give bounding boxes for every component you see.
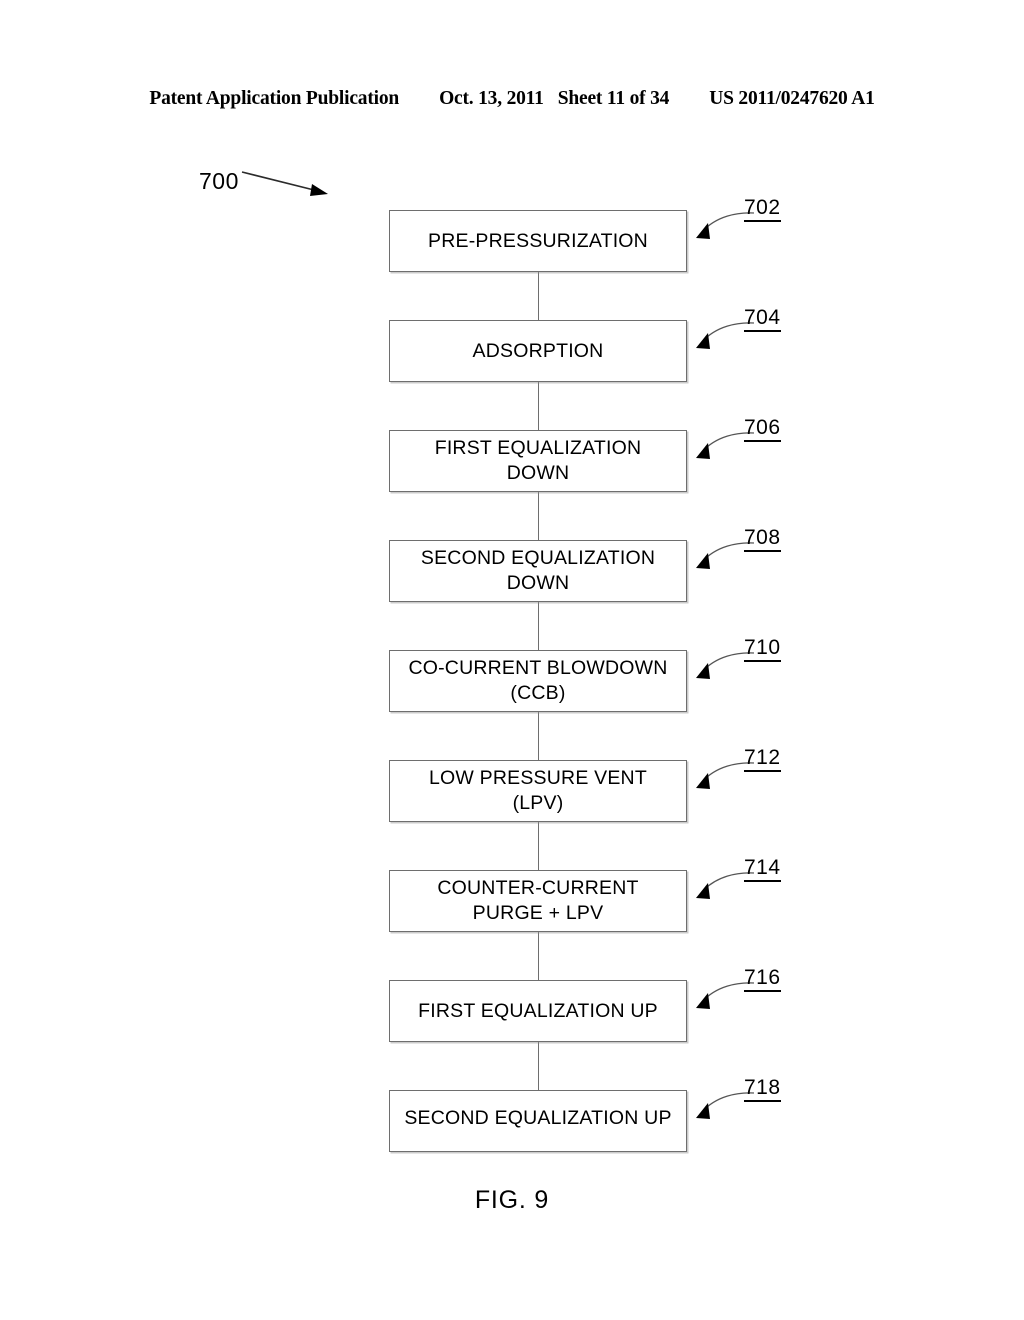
flow-step-706[interactable]: FIRST EQUALIZATION DOWN	[389, 430, 687, 492]
reference-numeral-706: 706	[744, 417, 781, 442]
diagram-reference-700-leader-icon	[241, 171, 328, 196]
flow-connector	[538, 382, 539, 430]
flow-step-label: SECOND EQUALIZATION UP	[404, 1107, 672, 1129]
reference-numeral-718: 718	[744, 1077, 781, 1102]
flowchart-figure: 700 PRE-PRESSURIZATION 702 ADSORPTION 704 FI…	[0, 0, 1024, 1320]
flow-step-718[interactable]: SECOND EQUALIZATION UP	[389, 1090, 687, 1152]
flow-connector	[538, 712, 539, 760]
reference-numeral-702: 702	[744, 197, 781, 222]
flow-step-710[interactable]: CO-CURRENT BLOWDOWN (CCB)	[389, 650, 687, 712]
reference-numeral-708: 708	[744, 527, 781, 552]
flow-step-label: SECOND EQUALIZATION DOWN	[420, 547, 656, 594]
flow-step-label: FIRST EQUALIZATION UP	[418, 999, 658, 1022]
diagram-reference-700: 700	[199, 168, 239, 194]
reference-numeral-712: 712	[744, 747, 781, 772]
flow-step-label: CO-CURRENT BLOWDOWN (CCB)	[408, 657, 668, 704]
flow-connector	[538, 602, 539, 650]
flow-connector	[538, 492, 539, 540]
reference-numeral-716: 716	[744, 967, 781, 992]
flow-step-704[interactable]: ADSORPTION	[389, 320, 687, 382]
flow-step-label: PRE-PRESSURIZATION	[428, 229, 648, 252]
flow-connector	[538, 822, 539, 870]
flow-connector	[538, 1042, 539, 1090]
flow-step-716[interactable]: FIRST EQUALIZATION UP	[389, 980, 687, 1042]
flow-connector	[538, 932, 539, 980]
figure-caption: FIG. 9	[474, 1186, 550, 1214]
flow-step-label: ADSORPTION	[472, 339, 604, 362]
flow-step-label: FIRST EQUALIZATION DOWN	[434, 437, 642, 484]
flow-step-708[interactable]: SECOND EQUALIZATION DOWN	[389, 540, 687, 602]
flow-step-label: LOW PRESSURE VENT (LPV)	[429, 767, 647, 814]
flow-step-712[interactable]: LOW PRESSURE VENT (LPV)	[389, 760, 687, 822]
flow-step-714[interactable]: COUNTER-CURRENT PURGE + LPV	[389, 870, 687, 932]
flow-step-label: COUNTER-CURRENT PURGE + LPV	[437, 877, 639, 924]
reference-numeral-710: 710	[744, 637, 781, 662]
flow-connector	[538, 272, 539, 320]
flow-step-702[interactable]: PRE-PRESSURIZATION	[389, 210, 687, 272]
reference-numeral-714: 714	[744, 857, 781, 882]
reference-numeral-704: 704	[744, 307, 781, 332]
